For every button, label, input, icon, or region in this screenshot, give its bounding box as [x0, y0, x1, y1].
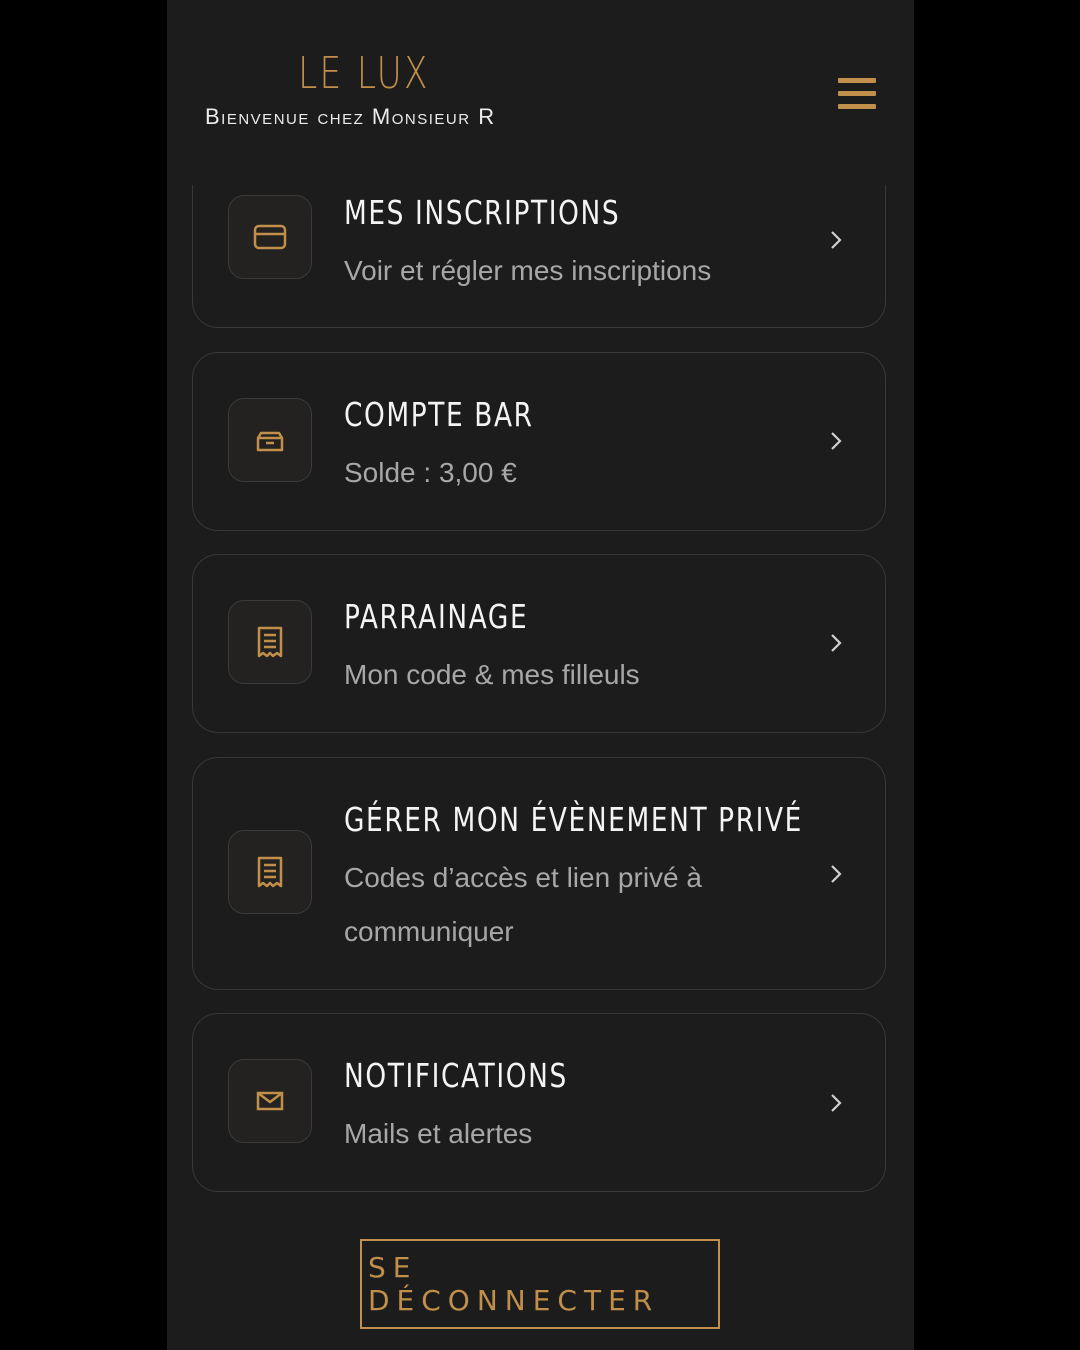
chevron-right-icon — [831, 865, 842, 883]
logout-button[interactable]: SE DÉCONNECTER — [360, 1239, 720, 1329]
logo[interactable]: LE LUX — [210, 48, 517, 99]
menu-item-subtitle: Mon code & mes filleuls — [344, 659, 640, 690]
app-screen: LE LUX Bienvenue chez Monsieur R MES INS… — [167, 0, 914, 1350]
menu-item-subtitle: Codes d’accès et lien privé à communique… — [344, 862, 702, 947]
menu-item-title: GÉRER MON ÉVÈNEMENT PRIVÉ — [344, 800, 803, 839]
menu-item-subtitle: Voir et régler mes inscriptions — [344, 255, 712, 286]
chevron-right-icon — [831, 634, 842, 652]
chevron-right-icon — [831, 231, 842, 249]
chevron-right-icon — [831, 432, 842, 450]
menu-item-notifications[interactable]: NOTIFICATIONS Mails et alertes — [192, 1013, 886, 1192]
menu-item-title: NOTIFICATIONS — [344, 1056, 568, 1095]
balance-text: Solde : 3,00 € — [344, 457, 517, 488]
menu-item-title: COMPTE BAR — [344, 395, 534, 434]
hamburger-menu-icon[interactable] — [838, 78, 876, 112]
wallet-icon — [228, 398, 312, 482]
mail-icon — [228, 1059, 312, 1143]
welcome-tagline: Bienvenue chez Monsieur R — [205, 104, 496, 129]
menu-item-compte-bar[interactable]: COMPTE BAR Solde : 3,00 € — [192, 352, 886, 531]
chevron-right-icon — [831, 1094, 842, 1112]
menu-item-title: PARRAINAGE — [344, 597, 529, 636]
credit-card-icon — [228, 195, 312, 279]
menu-item-subtitle: Mails et alertes — [344, 1118, 533, 1149]
menu-item-parrainage[interactable]: PARRAINAGE Mon code & mes filleuls — [192, 554, 886, 733]
menu-item-evenement-prive[interactable]: GÉRER MON ÉVÈNEMENT PRIVÉ Codes d’accès … — [192, 757, 886, 990]
receipt-icon — [228, 830, 312, 914]
receipt-icon — [228, 600, 312, 684]
menu-item-title: MES INSCRIPTIONS — [344, 193, 621, 232]
app-header: LE LUX Bienvenue chez Monsieur R — [167, 0, 914, 185]
